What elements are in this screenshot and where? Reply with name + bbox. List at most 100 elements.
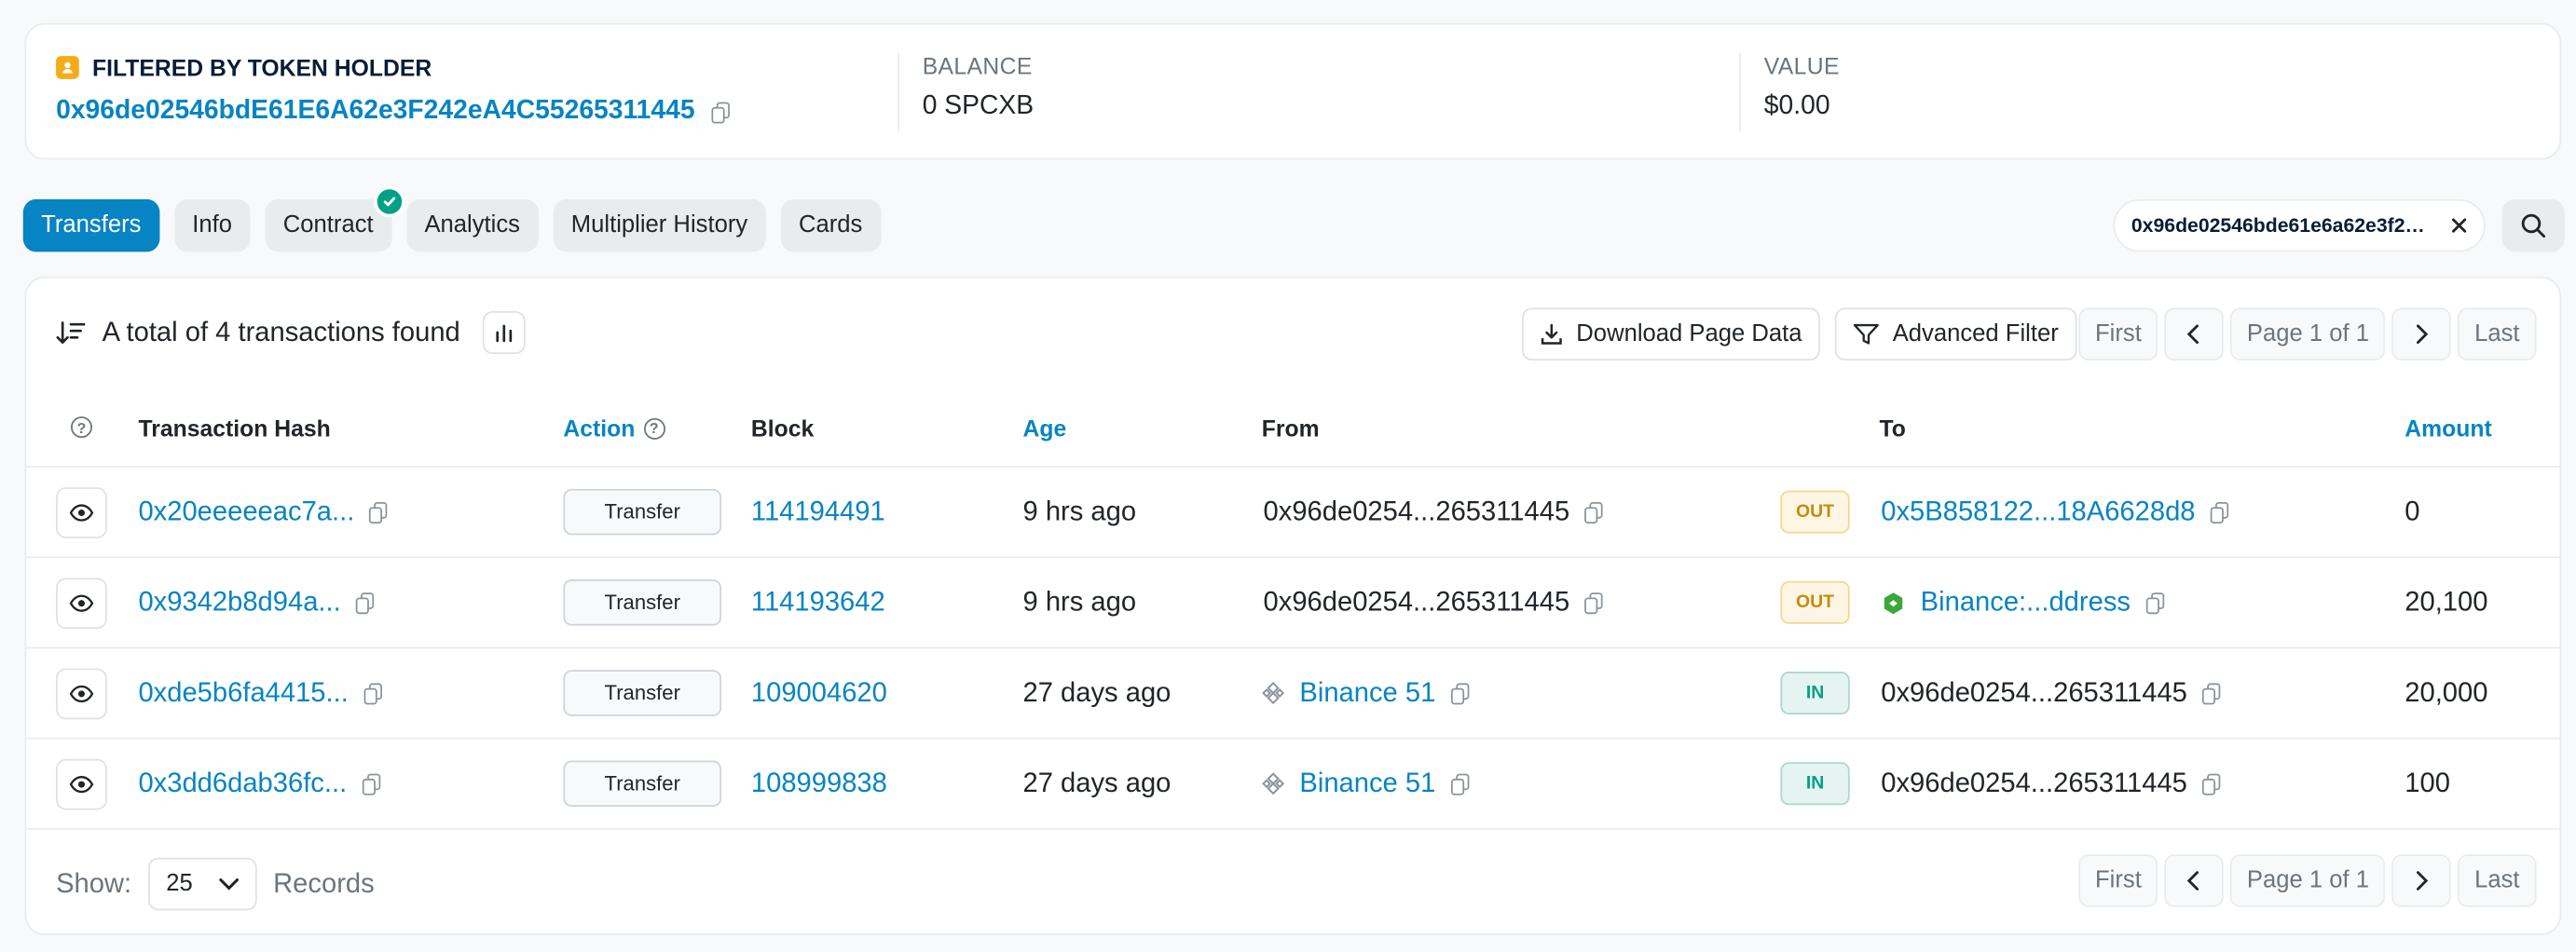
prev-page-button[interactable]	[2164, 854, 2225, 907]
block-link[interactable]: 114193642	[751, 587, 885, 619]
copy-icon[interactable]	[1450, 682, 1469, 704]
age-text: 27 days ago	[1022, 677, 1172, 708]
balance-label: BALANCE	[922, 52, 1033, 79]
amount-value: 0	[2405, 496, 2420, 526]
tab-transfers[interactable]: Transfers	[22, 198, 159, 252]
address-filter-chip[interactable]: 0x96de02546bde61e6a62e3f242ea4c552653114…	[2113, 198, 2486, 252]
info-column-header[interactable]: ?	[70, 416, 92, 439]
age-text: 27 days ago	[1022, 768, 1172, 798]
column-transaction-hash: Transaction Hash	[138, 415, 331, 442]
balance-value: 0 SPCXB	[922, 91, 1035, 121]
column-action-label: Action	[563, 415, 636, 442]
from-address: 0x96de0254...265311445	[1263, 496, 1570, 526]
transaction-hash-link[interactable]: 0x3dd6dab36fc...	[138, 768, 347, 799]
holder-address-link[interactable]: 0x96de02546bdE61E6A62e3F242eA4C552653114…	[56, 97, 694, 127]
to-address: 0x96de0254...265311445	[1881, 768, 2187, 798]
copy-icon[interactable]	[369, 501, 388, 524]
sort-descending-icon[interactable]	[56, 320, 86, 346]
token-holder-card: FILTERED BY TOKEN HOLDER 0x96de02546bdE6…	[24, 22, 2562, 160]
analytics-chart-button[interactable]	[483, 311, 527, 354]
next-page-button[interactable]	[2391, 854, 2452, 907]
search-button[interactable]	[2501, 198, 2565, 252]
copy-icon[interactable]	[2201, 772, 2221, 795]
view-details-button[interactable]	[56, 486, 107, 538]
copy-icon[interactable]	[1450, 772, 1469, 795]
page-indicator: Page 1 of 1	[2230, 307, 2386, 361]
show-label: Show:	[56, 868, 132, 899]
transaction-hash-link[interactable]: 0xde5b6fa4415...	[138, 677, 348, 709]
transfers-card: A total of 4 transactions found Download…	[24, 276, 2562, 935]
tab-bar: Transfers Info Contract Analytics Multip…	[22, 185, 881, 252]
eye-icon	[69, 684, 94, 702]
eye-icon	[69, 593, 94, 611]
column-action[interactable]: Action ?	[563, 415, 665, 442]
help-icon: ?	[70, 416, 92, 439]
table-row: 0x3dd6dab36fc... Transfer 108999838 27 d…	[26, 740, 2560, 830]
copy-icon[interactable]	[1584, 501, 1603, 524]
transaction-hash-link[interactable]: 0x20eeeeeac7a...	[138, 496, 354, 528]
last-page-button[interactable]: Last	[2458, 854, 2537, 907]
transactions-total: A total of 4 transactions found	[102, 317, 460, 347]
amount-value: 20,100	[2405, 587, 2488, 617]
chevron-down-icon	[219, 878, 239, 891]
next-page-button[interactable]	[2391, 307, 2452, 361]
binance-diamond-icon	[1262, 682, 1285, 705]
method-badge: Transfer	[563, 579, 722, 626]
table-row: 0x20eeeeeac7a... Transfer 114194491 9 hr…	[26, 468, 2560, 559]
view-details-button[interactable]	[56, 577, 107, 629]
address-filter-text: 0x96de02546bde61e6a62e3f242ea4c552653114…	[2131, 213, 2432, 238]
view-details-button[interactable]	[56, 667, 107, 719]
age-text: 9 hrs ago	[1022, 496, 1137, 526]
transfers-table: ? Transaction Hash Action ? Block Age Fr…	[26, 393, 2560, 830]
copy-icon[interactable]	[711, 101, 730, 123]
table-footer: Show: 25 Records	[56, 857, 375, 911]
method-badge: Transfer	[563, 488, 722, 536]
holder-title: FILTERED BY TOKEN HOLDER	[91, 54, 432, 81]
copy-icon[interactable]	[363, 682, 382, 704]
filter-icon	[1853, 323, 1879, 345]
to-address-link[interactable]: 0x5B858122...18A6628d8	[1881, 496, 2195, 528]
top-actions: Download Page Data Advanced Filter	[1521, 307, 2077, 361]
from-address-link[interactable]: Binance 51	[1299, 768, 1435, 799]
chevron-right-icon	[2417, 324, 2429, 345]
method-badge: Transfer	[563, 670, 722, 716]
tab-contract[interactable]: Contract	[265, 185, 405, 252]
prev-page-button[interactable]	[2164, 307, 2225, 361]
value-column: VALUE $0.00	[1739, 52, 1840, 132]
copy-icon[interactable]	[2144, 592, 2164, 614]
block-link[interactable]: 108999838	[751, 768, 887, 799]
records-per-page-select[interactable]: 25	[147, 857, 257, 911]
tab-analytics[interactable]: Analytics	[405, 198, 539, 252]
chevron-left-icon	[2187, 324, 2199, 345]
tab-info[interactable]: Info	[173, 198, 251, 252]
download-label: Download Page Data	[1576, 320, 1802, 347]
block-link[interactable]: 114194491	[751, 496, 885, 528]
contact-card-icon	[56, 56, 79, 79]
advanced-filter-button[interactable]: Advanced Filter	[1834, 307, 2077, 361]
transaction-hash-link[interactable]: 0x9342b8d94a...	[138, 587, 340, 619]
column-amount[interactable]: Amount	[2405, 415, 2491, 441]
to-address-link[interactable]: Binance:...ddress	[1921, 587, 2131, 619]
table-header: ? Transaction Hash Action ? Block Age Fr…	[26, 393, 2560, 468]
chevron-left-icon	[2187, 871, 2199, 891]
first-page-button[interactable]: First	[2078, 307, 2158, 361]
view-details-button[interactable]	[56, 757, 107, 809]
summary-row: A total of 4 transactions found	[56, 311, 527, 354]
tab-multiplier-history[interactable]: Multiplier History	[553, 198, 766, 252]
column-age[interactable]: Age	[1022, 415, 1066, 441]
from-address-link[interactable]: Binance 51	[1299, 677, 1435, 709]
to-address: 0x96de0254...265311445	[1881, 677, 2187, 708]
first-page-button[interactable]: First	[2078, 854, 2158, 907]
download-page-data-button[interactable]: Download Page Data	[1521, 307, 1820, 361]
copy-icon[interactable]	[362, 772, 380, 795]
copy-icon[interactable]	[1584, 592, 1603, 614]
last-page-button[interactable]: Last	[2458, 307, 2537, 361]
copy-icon[interactable]	[355, 592, 375, 614]
close-icon[interactable]	[2447, 214, 2471, 238]
block-link[interactable]: 109004620	[751, 677, 887, 709]
copy-icon[interactable]	[2210, 501, 2228, 524]
tab-cards[interactable]: Cards	[780, 198, 881, 252]
direction-badge: IN	[1780, 672, 1850, 715]
copy-icon[interactable]	[2201, 682, 2221, 704]
value-label: VALUE	[1763, 52, 1840, 79]
